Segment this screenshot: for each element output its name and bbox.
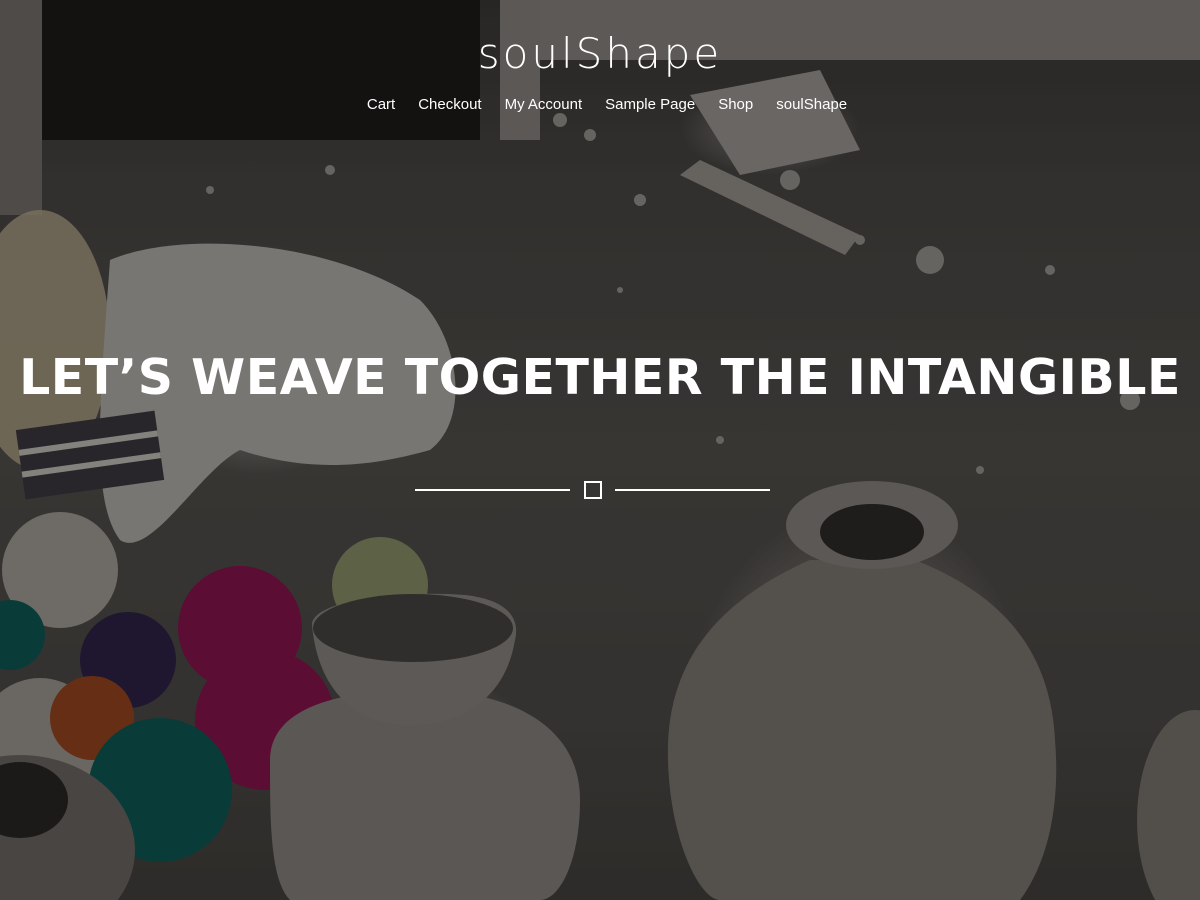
- divider-line-right: [615, 489, 770, 491]
- hero-headline: LET’S WEAVE TOGETHER THE INTANGIBLE: [19, 349, 1181, 406]
- divider-line-left: [415, 489, 570, 491]
- square-outline-icon: [584, 481, 602, 499]
- nav-item-sample-page[interactable]: Sample Page: [605, 94, 695, 116]
- nav-item-my-account[interactable]: My Account: [505, 94, 583, 116]
- hero-dark-overlay: [0, 0, 1200, 900]
- site-title[interactable]: soulShape: [0, 28, 1200, 80]
- hero-section: soulShape Cart Checkout My Account Sampl…: [0, 0, 1200, 900]
- nav-item-soulshape[interactable]: soulShape: [776, 94, 847, 116]
- hero-divider: [415, 481, 771, 499]
- primary-nav: Cart Checkout My Account Sample Page Sho…: [0, 94, 1200, 116]
- nav-item-checkout[interactable]: Checkout: [418, 94, 481, 116]
- nav-item-cart[interactable]: Cart: [367, 94, 395, 116]
- nav-item-shop[interactable]: Shop: [718, 94, 753, 116]
